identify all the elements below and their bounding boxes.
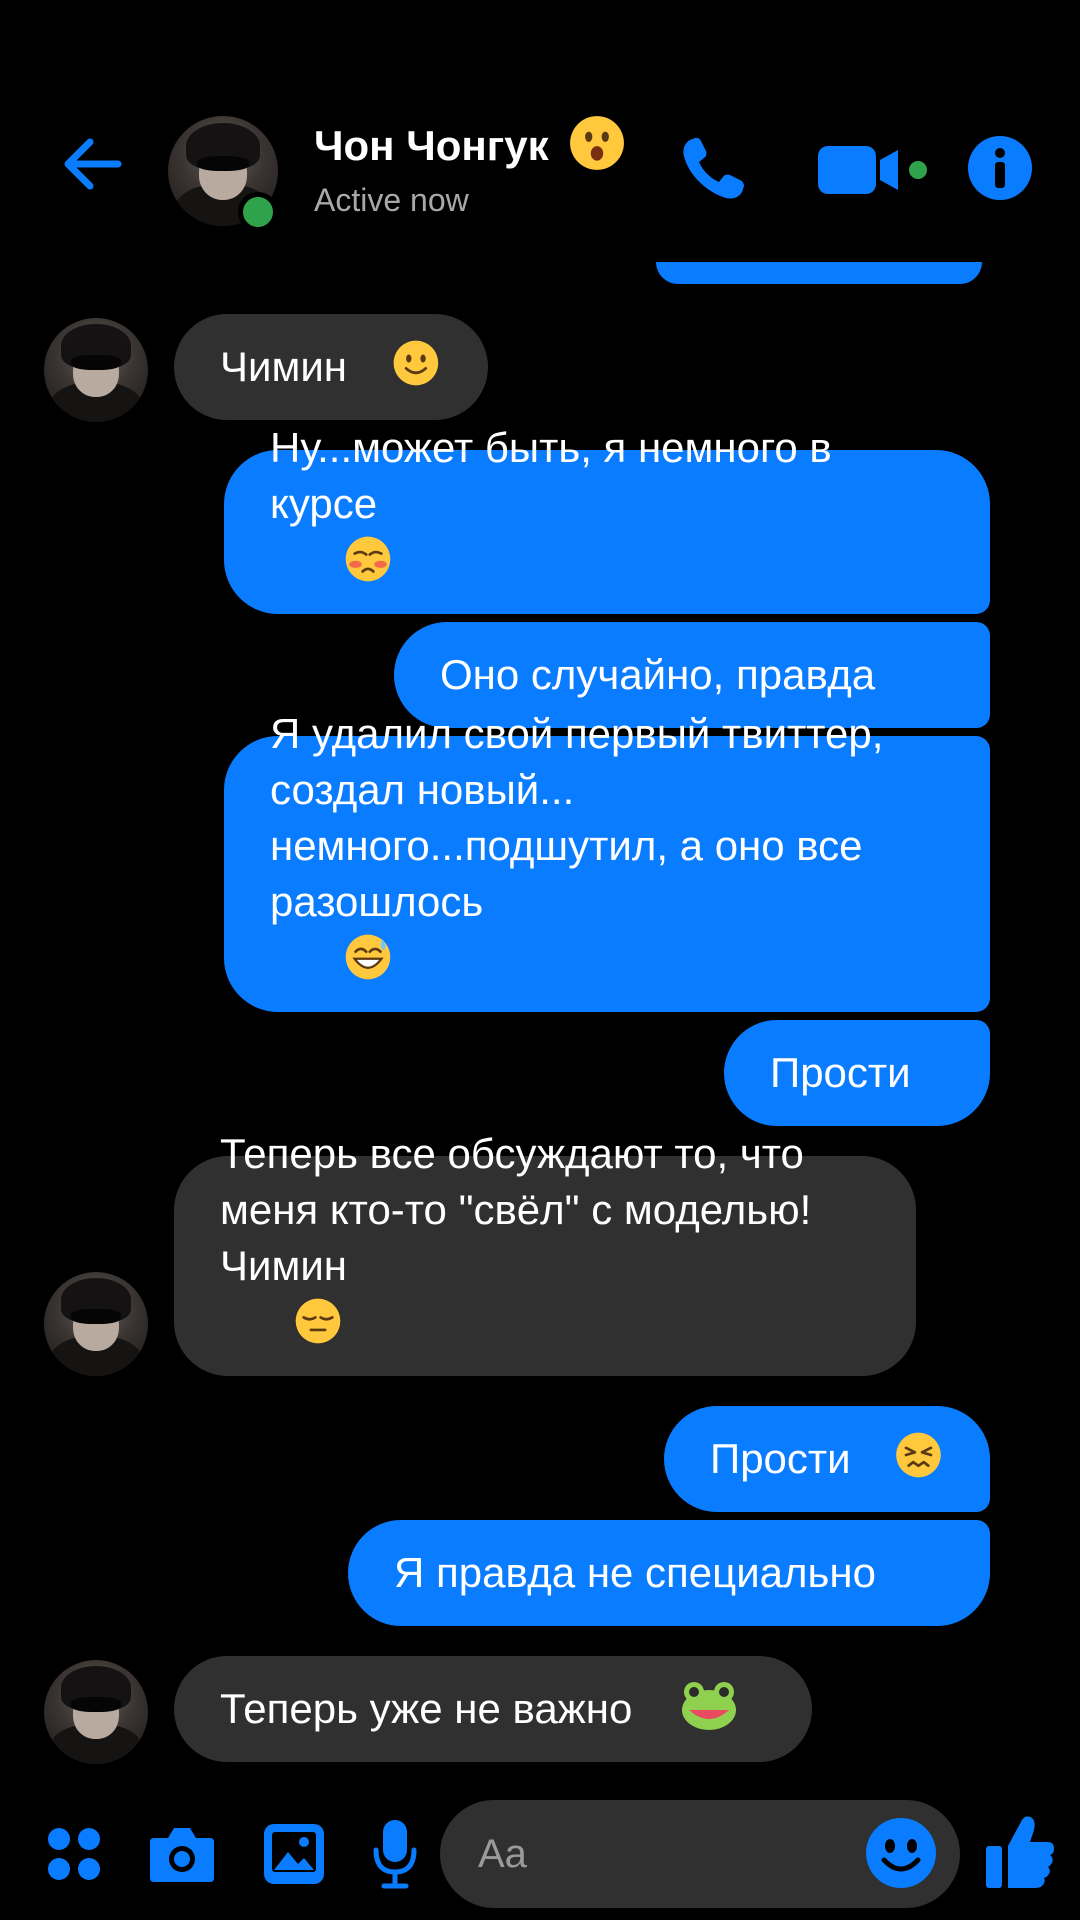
message-text: Чимин bbox=[220, 343, 347, 390]
thumbs-up-icon[interactable] bbox=[984, 1812, 1056, 1892]
message-text-wrap: Я удалил свой первый твиттер, создал нов… bbox=[270, 706, 890, 1042]
apps-icon[interactable] bbox=[44, 1824, 104, 1884]
hushed-face-icon bbox=[570, 116, 625, 170]
message-text: Оно случайно, правда bbox=[440, 651, 876, 698]
message-text: Прости bbox=[710, 1435, 851, 1482]
chat-screen: Чон Чонгук Active now Чимин Ну...может б… bbox=[0, 0, 1080, 1920]
expressionless-emoji-icon bbox=[295, 1298, 341, 1344]
camera-icon[interactable] bbox=[148, 1822, 216, 1886]
message-text: Прости bbox=[770, 1049, 911, 1096]
gallery-icon[interactable] bbox=[262, 1822, 326, 1886]
message-text-wrap: Ну...может быть, я немного в курсе bbox=[270, 420, 910, 644]
message-text: Я правда не специально bbox=[394, 1549, 876, 1596]
message-input[interactable] bbox=[476, 1830, 860, 1878]
microphone-icon[interactable] bbox=[372, 1818, 418, 1890]
back-arrow-icon[interactable] bbox=[56, 128, 128, 200]
sender-avatar[interactable] bbox=[44, 1272, 148, 1376]
online-indicator bbox=[238, 192, 278, 232]
sender-avatar[interactable] bbox=[44, 1660, 148, 1764]
confounded-emoji-icon bbox=[896, 1432, 941, 1478]
message-bubble-outgoing[interactable]: Прости bbox=[724, 1020, 990, 1126]
message-bubble-outgoing[interactable]: Я удалил свой первый твиттер, создал нов… bbox=[224, 710, 990, 1012]
message-text: Теперь уже не важно bbox=[220, 1685, 633, 1732]
message-bubble-outgoing[interactable]: Я правда не специально bbox=[348, 1520, 990, 1626]
frog-emoji-icon bbox=[682, 1682, 737, 1730]
info-icon[interactable] bbox=[966, 134, 1034, 202]
contact-status: Active now bbox=[314, 182, 469, 218]
message-bubble-incoming[interactable]: Теперь все обсуждают то, что меня кто-то… bbox=[174, 1130, 916, 1376]
slight-smile-emoji-icon bbox=[393, 340, 439, 386]
contact-name-text: Чон Чонгук bbox=[314, 122, 549, 170]
flushed-pleading-emoji-icon bbox=[345, 536, 391, 582]
message-bubble-outgoing[interactable]: Прости bbox=[664, 1406, 990, 1512]
chat-header: Чон Чонгук Active now bbox=[0, 0, 1080, 260]
message-bubble-incoming[interactable]: Теперь уже не важно bbox=[174, 1656, 812, 1762]
emoji-icon[interactable] bbox=[864, 1816, 938, 1890]
message-text: Теперь все обсуждают то, что меня кто-то… bbox=[220, 1130, 823, 1289]
sender-avatar[interactable] bbox=[44, 318, 148, 422]
message-text: Я удалил свой первый твиттер, создал нов… bbox=[270, 710, 896, 925]
video-camera-icon[interactable] bbox=[816, 142, 936, 198]
phone-icon[interactable] bbox=[676, 130, 752, 206]
message-bubble-incoming[interactable]: Чимин bbox=[174, 314, 488, 420]
message-text: Ну...может быть, я немного в курсе bbox=[270, 424, 844, 527]
message-bubble-outgoing[interactable]: Ну...может быть, я немного в курсе bbox=[224, 424, 990, 614]
sweat-grin-emoji-icon bbox=[345, 934, 391, 980]
previous-message-edge bbox=[656, 262, 982, 284]
contact-name[interactable]: Чон Чонгук bbox=[314, 116, 626, 178]
message-text-wrap: Теперь все обсуждают то, что меня кто-то… bbox=[220, 1126, 830, 1406]
